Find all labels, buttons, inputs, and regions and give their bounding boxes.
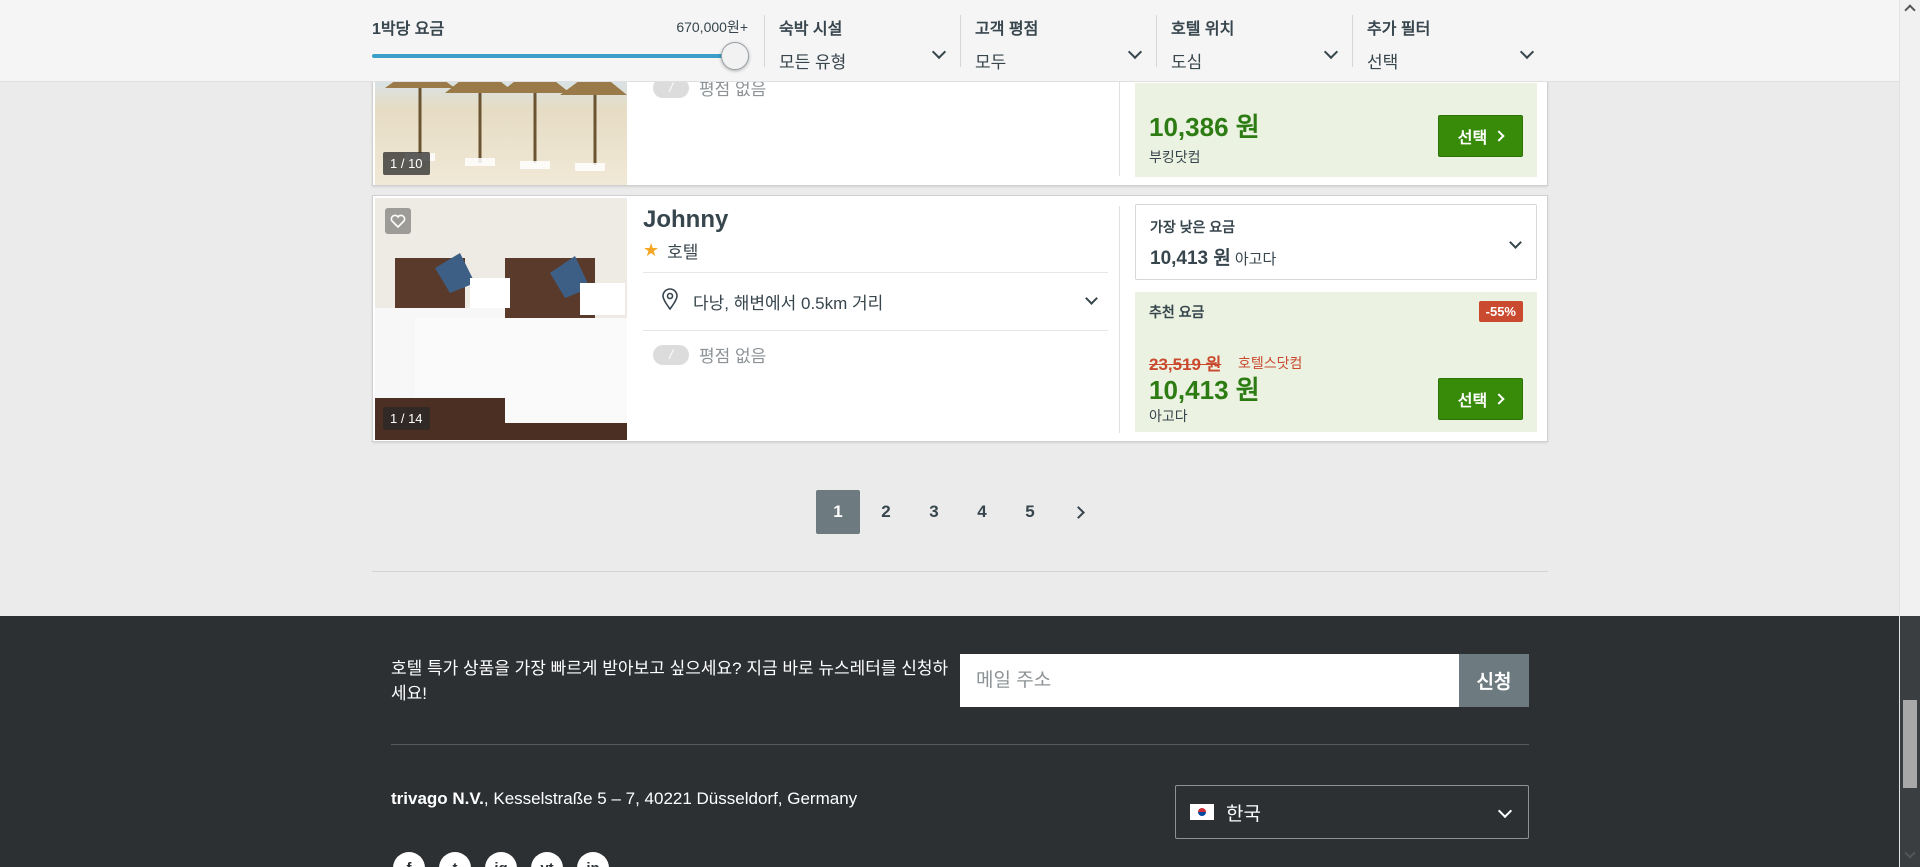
hotel-type: ★ 호텔 <box>643 238 698 263</box>
hotel-name[interactable]: Johnny <box>643 206 728 234</box>
lowest-price: 10,413 원 아고다 <box>1150 243 1522 270</box>
recommended-deal: 10,386 원 부킹닷컴 선택 <box>1135 83 1537 177</box>
youtube-icon[interactable]: yt <box>531 852 563 867</box>
filter-bar: 1박당 요금 670,000원+ 숙박 시설 모든 유형 고객 평점 모두 호텔… <box>0 0 1899 82</box>
company-name: trivago N.V. <box>391 789 484 808</box>
company-address: trivago N.V., Kesselstraße 5 – 7, 40221 … <box>391 789 857 809</box>
guest-rating-label: 고객 평점 <box>975 21 1039 38</box>
guest-rating-filter[interactable]: 고객 평점 모두 <box>960 15 1154 72</box>
korea-flag-icon <box>1190 804 1214 820</box>
facebook-icon[interactable]: f <box>393 852 425 867</box>
chevron-right-icon <box>1071 505 1085 519</box>
rating-row: / 평점 없음 <box>653 342 766 367</box>
hotel-result-card: 1 / 14 Johnny ★ 호텔 다낭, 해변에서 0.5km 거리 / 평… <box>372 195 1548 442</box>
twitter-icon[interactable]: t <box>439 852 471 867</box>
more-filters[interactable]: 추가 필터 선택 <box>1352 15 1546 72</box>
rating-text: 평점 없음 <box>699 347 767 366</box>
price-slider-track[interactable] <box>372 54 734 58</box>
divider <box>391 744 1529 745</box>
page-3[interactable]: 3 <box>912 490 956 534</box>
select-button[interactable]: 선택 <box>1438 378 1523 420</box>
select-button[interactable]: 선택 <box>1438 115 1523 157</box>
lowest-price-title: 가장 낮은 요금 <box>1150 219 1236 235</box>
location-row[interactable]: 다낭, 해변에서 0.5km 거리 <box>643 272 1108 330</box>
lowest-price-box[interactable]: 가장 낮은 요금 10,413 원 아고다 <box>1135 204 1537 280</box>
select-button-label: 선택 <box>1457 130 1488 147</box>
location-filter[interactable]: 호텔 위치 도심 <box>1156 15 1350 72</box>
chevron-down-icon <box>1497 803 1513 819</box>
price-filter-max: 670,000원+ <box>676 19 748 35</box>
scrollbar-thumb[interactable] <box>1903 700 1917 788</box>
linkedin-icon[interactable]: in <box>577 852 609 867</box>
instagram-icon[interactable]: ig <box>485 852 517 867</box>
deal-price: 10,386 원 <box>1149 112 1260 142</box>
card-divider <box>1119 206 1120 433</box>
image-counter: 1 / 14 <box>383 407 430 430</box>
language-selector[interactable]: 한국 <box>1175 785 1529 839</box>
email-input[interactable] <box>960 654 1459 707</box>
star-icon: ★ <box>643 240 660 260</box>
subscribe-button[interactable]: 신청 <box>1459 654 1529 707</box>
page-5[interactable]: 5 <box>1008 490 1052 534</box>
hotel-room-image <box>375 198 627 440</box>
deal-title: 추천 요금 <box>1149 304 1205 320</box>
location-text: 다낭, 해변에서 0.5km 거리 <box>693 293 884 313</box>
heart-icon[interactable] <box>385 208 411 234</box>
hotel-type-label: 호텔 <box>667 243 699 262</box>
page-2[interactable]: 2 <box>864 490 908 534</box>
image-counter: 1 / 10 <box>383 152 430 175</box>
price-filter: 1박당 요금 670,000원+ <box>372 15 749 70</box>
chevron-up-icon[interactable] <box>1904 4 1916 16</box>
property-type-label: 숙박 시설 <box>779 21 843 38</box>
rating-badge: / <box>653 344 689 365</box>
deal-price: 10,413 원 <box>1149 375 1260 405</box>
chevron-down-icon <box>1085 292 1098 305</box>
discount-badge: -55% <box>1478 301 1523 322</box>
divider <box>372 571 1548 572</box>
page-scrollbar[interactable] <box>1899 0 1920 867</box>
social-links: f t ig yt in <box>393 852 609 867</box>
deal-site: 부킹닷컴 <box>1149 149 1201 165</box>
language-label: 한국 <box>1226 803 1261 825</box>
price-slider-handle[interactable] <box>721 42 749 70</box>
page-1[interactable]: 1 <box>816 490 860 534</box>
next-page-button[interactable] <box>1056 490 1100 534</box>
chevron-right-icon <box>1493 130 1505 142</box>
lowest-price-value: 10,413 원 <box>1150 248 1231 269</box>
more-filters-label: 추가 필터 <box>1367 21 1431 38</box>
newsletter-text: 호텔 특가 상품을 가장 빠르게 받아보고 싶으세요? 지금 바로 뉴스레터를 … <box>391 659 949 703</box>
property-type-filter[interactable]: 숙박 시설 모든 유형 <box>764 15 958 72</box>
location-filter-label: 호텔 위치 <box>1171 21 1235 38</box>
map-pin-icon <box>661 287 679 315</box>
select-button-label: 선택 <box>1457 393 1488 410</box>
divider <box>643 330 1108 331</box>
pagination: 1 2 3 4 5 <box>816 490 1104 534</box>
lowest-price-site: 아고다 <box>1234 251 1277 268</box>
hotel-info: Johnny ★ 호텔 다낭, 해변에서 0.5km 거리 / 평점 없음 <box>643 196 1108 441</box>
page-4[interactable]: 4 <box>960 490 1004 534</box>
footer: 호텔 특가 상품을 가장 빠르게 받아보고 싶으세요? 지금 바로 뉴스레터를 … <box>0 616 1899 867</box>
chevron-right-icon <box>1493 393 1505 405</box>
deal-site: 아고다 <box>1149 408 1188 424</box>
recommended-deal: 추천 요금 -55% 23,519 원 호텔스닷컴 10,413 원 아고다 선… <box>1135 292 1537 432</box>
hotel-photo[interactable]: 1 / 14 <box>375 198 627 440</box>
address-text: , Kesselstraße 5 – 7, 40221 Düsseldorf, … <box>483 789 858 808</box>
